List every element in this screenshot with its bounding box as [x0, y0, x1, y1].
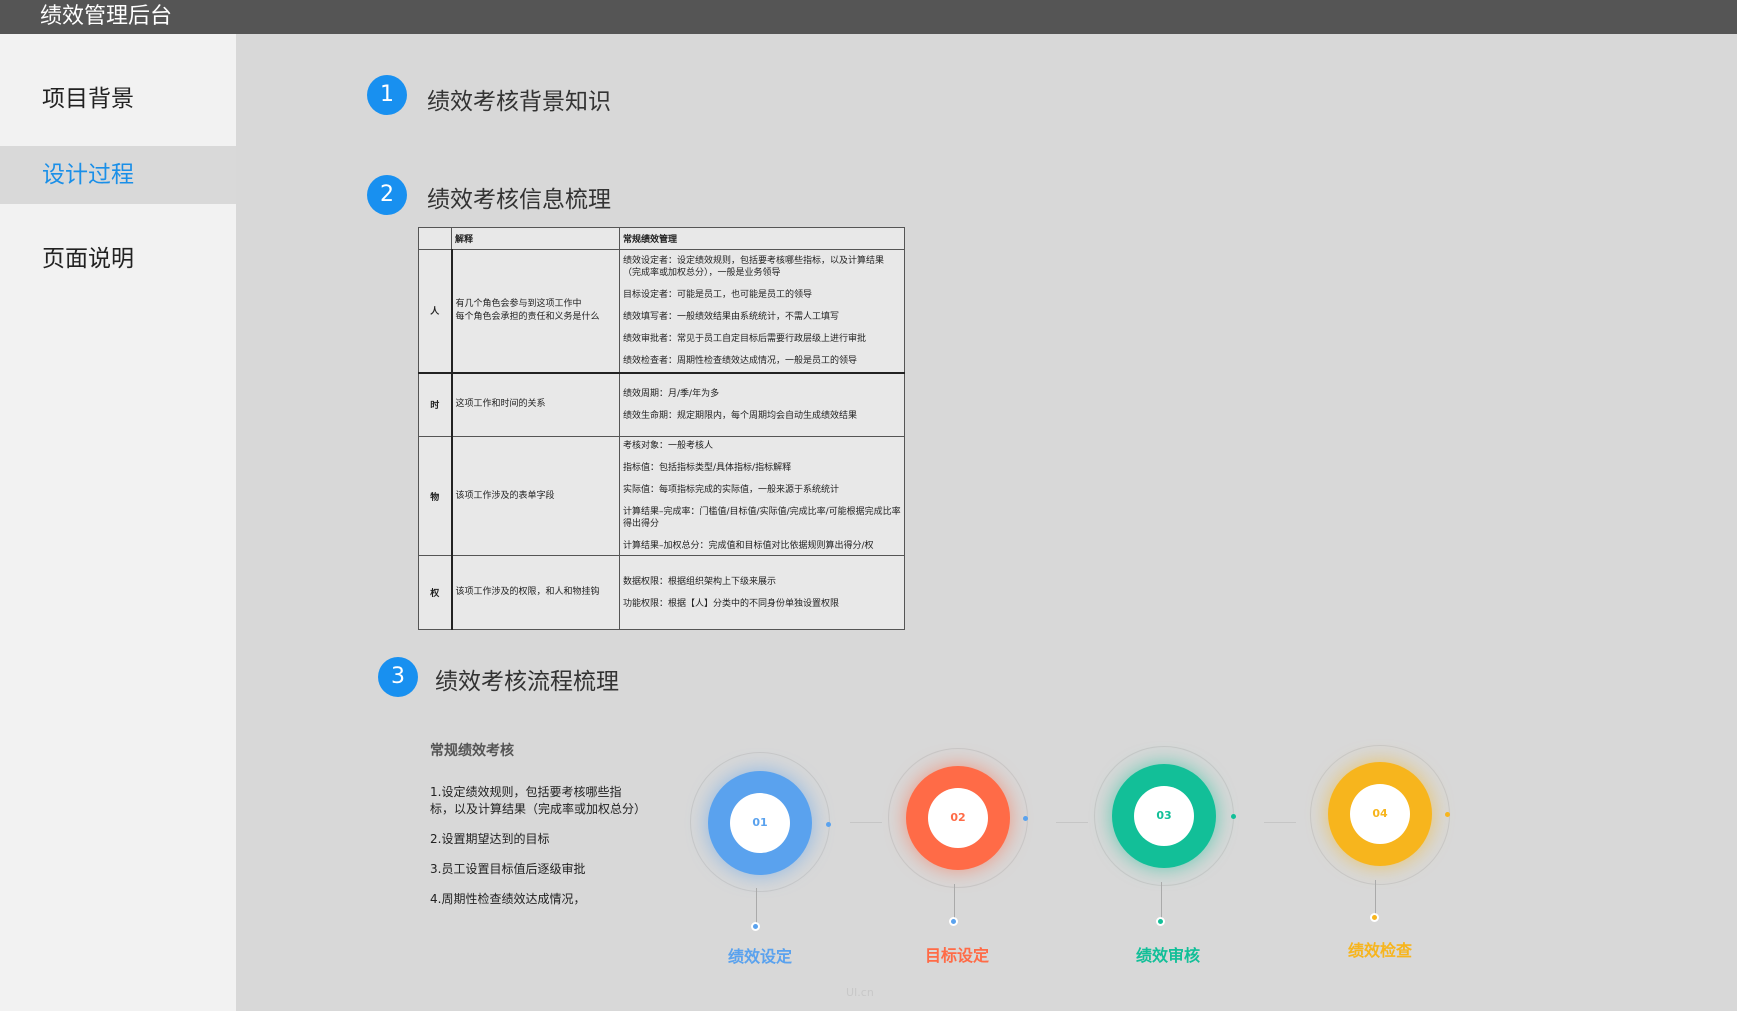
- flow-step: 4.周期性检查绩效达成情况，: [430, 892, 586, 906]
- flow-subtitle: 常规绩效考核: [430, 743, 514, 759]
- description-line: 该项工作涉及的权限，和人和物挂钩: [455, 587, 600, 597]
- stage-label: 目标设定: [924, 946, 989, 965]
- top-bar: 绩效管理后台: [0, 0, 1737, 34]
- detail-line: 绩效检查者：周期性检查绩效达成情况，一般是员工的领导: [623, 355, 858, 366]
- stage-number: 03: [1134, 786, 1194, 846]
- table-header-cell: [418, 227, 452, 250]
- flow-step: 3.员工设置目标值后逐级审批: [430, 862, 586, 876]
- detail-line: 数据权限：根据组织架构上下级来展示: [623, 576, 777, 587]
- stage-label: 绩效审核: [1135, 946, 1200, 965]
- sidebar-item-background[interactable]: 项目背景: [0, 76, 236, 122]
- table-header-cell: 解释: [451, 227, 620, 250]
- description-line: 有几个角色会参与到这项工作中: [455, 298, 582, 309]
- stage-dot: [1370, 913, 1379, 922]
- stage-connector: [1264, 822, 1296, 823]
- detail-cell: 绩效设定者：设定绩效规则，包括要考核哪些指标，以及计算结果（完成率或加权总分），…: [619, 249, 905, 373]
- stage-connector: [850, 822, 882, 823]
- detail-cell: 考核对象：一般考核人 指标值：包括指标类型/具体指标/指标解释 实际值：每项指标…: [619, 436, 905, 556]
- detail-line: 功能权限：根据【人】分类中的不同身份单独设置权限: [623, 598, 840, 609]
- table-row: 权 该项工作涉及的权限，和人和物挂钩 数据权限：根据组织架构上下级来展示 功能权…: [418, 555, 905, 630]
- stage-number: 04: [1350, 784, 1410, 844]
- watermark: UI.cn: [846, 986, 874, 999]
- table-row: 时 这项工作和时间的关系 绩效周期：月/季/年为多 绩效生命期：规定期限内，每个…: [418, 371, 905, 437]
- stage-number: 02: [928, 788, 988, 848]
- stage-dot: [949, 917, 958, 926]
- flow-step: 1.设定绩效规则，包括要考核哪些指标，以及计算结果（完成率或加权总分）: [430, 785, 647, 816]
- detail-line: 指标值：包括指标类型/具体指标/指标解释: [623, 463, 792, 473]
- section-number-badge: 1: [367, 75, 407, 115]
- stage-side-dot: [826, 822, 831, 827]
- detail-cell: 绩效周期：月/季/年为多 绩效生命期：规定期限内，每个周期均会自动生成绩效结果: [619, 371, 905, 437]
- section-title: 绩效考核背景知识: [427, 89, 611, 115]
- detail-line: 实际值：每项指标完成的实际值，一般来源于系统统计: [623, 485, 840, 495]
- section-title: 绩效考核流程梳理: [435, 669, 619, 695]
- stage-side-dot: [1231, 814, 1236, 819]
- description-cell: 该项工作涉及的表单字段: [451, 436, 620, 556]
- sidebar: 项目背景 设计过程 页面说明: [0, 34, 236, 1011]
- detail-line: 绩效审批者：常见于员工自定目标后需要行政层级上进行审批: [623, 333, 867, 344]
- detail-line: 考核对象：一般考核人: [623, 441, 714, 451]
- detail-line: 绩效填写者：一般绩效结果由系统统计，不需人工填写: [623, 311, 840, 322]
- stage-side-dot: [1023, 816, 1028, 821]
- performance-info-table: 解释 常规绩效管理 人 有几个角色会参与到这项工作中 每个角色会承担的责任和义务…: [418, 227, 905, 630]
- description-cell: 有几个角色会参与到这项工作中 每个角色会承担的责任和义务是什么: [451, 249, 620, 373]
- dimension-cell: 物: [418, 436, 453, 556]
- detail-line: 计算结果–加权总分：完成值和目标值对比依据规则算出得分/权: [623, 541, 874, 551]
- table-row: 人 有几个角色会参与到这项工作中 每个角色会承担的责任和义务是什么 绩效设定者：…: [418, 249, 905, 373]
- dimension-cell: 人: [418, 249, 453, 373]
- stage-label: 绩效设定: [727, 947, 792, 966]
- stage-number: 01: [730, 793, 790, 853]
- detail-line: 计算结果–完成率：门槛值/目标值/实际值/完成比率/可能根据完成比率得出得分: [623, 507, 901, 529]
- table-header-cell: 常规绩效管理: [619, 227, 905, 250]
- description-cell: 该项工作涉及的权限，和人和物挂钩: [451, 555, 620, 630]
- stage-side-dot: [1445, 812, 1450, 817]
- stage-ring-01: 01: [708, 771, 812, 875]
- flow-step: 2.设置期望达到的目标: [430, 832, 550, 846]
- stage-dot: [1156, 917, 1165, 926]
- section-number-badge: 3: [378, 657, 418, 697]
- detail-cell: 数据权限：根据组织架构上下级来展示 功能权限：根据【人】分类中的不同身份单独设置…: [619, 555, 905, 630]
- dimension-cell: 权: [418, 555, 453, 630]
- detail-line: 目标设定者：可能是员工，也可能是员工的领导: [623, 289, 813, 300]
- stage-dot: [751, 922, 760, 931]
- table-row: 物 该项工作涉及的表单字段 考核对象：一般考核人 指标值：包括指标类型/具体指标…: [418, 436, 905, 556]
- detail-line: 绩效周期：月/季/年为多: [623, 388, 720, 399]
- stage-stem: [1161, 882, 1162, 922]
- stage-connector: [1056, 822, 1088, 823]
- stage-label: 绩效检查: [1347, 941, 1412, 960]
- dimension-cell: 时: [418, 371, 453, 437]
- stage-stem: [756, 888, 757, 926]
- stage-ring-04: 04: [1328, 762, 1432, 866]
- sidebar-item-page-description[interactable]: 页面说明: [0, 236, 236, 282]
- table-header-row: 解释 常规绩效管理: [418, 227, 905, 250]
- detail-line: 绩效生命期：规定期限内，每个周期均会自动生成绩效结果: [623, 410, 858, 421]
- sidebar-item-design-process[interactable]: 设计过程: [0, 146, 236, 204]
- stage-ring-03: 03: [1112, 764, 1216, 868]
- description-line: 该项工作涉及的表单字段: [455, 490, 555, 501]
- description-cell: 这项工作和时间的关系: [451, 371, 620, 437]
- section-title: 绩效考核信息梳理: [427, 187, 611, 213]
- description-line: 每个角色会承担的责任和义务是什么: [455, 311, 600, 322]
- detail-line: 绩效设定者：设定绩效规则，包括要考核哪些指标，以及计算结果（完成率或加权总分），…: [623, 255, 885, 278]
- stage-ring-02: 02: [906, 766, 1010, 870]
- section-number-badge: 2: [367, 175, 407, 215]
- description-line: 这项工作和时间的关系: [455, 399, 546, 410]
- app-title: 绩效管理后台: [40, 4, 173, 29]
